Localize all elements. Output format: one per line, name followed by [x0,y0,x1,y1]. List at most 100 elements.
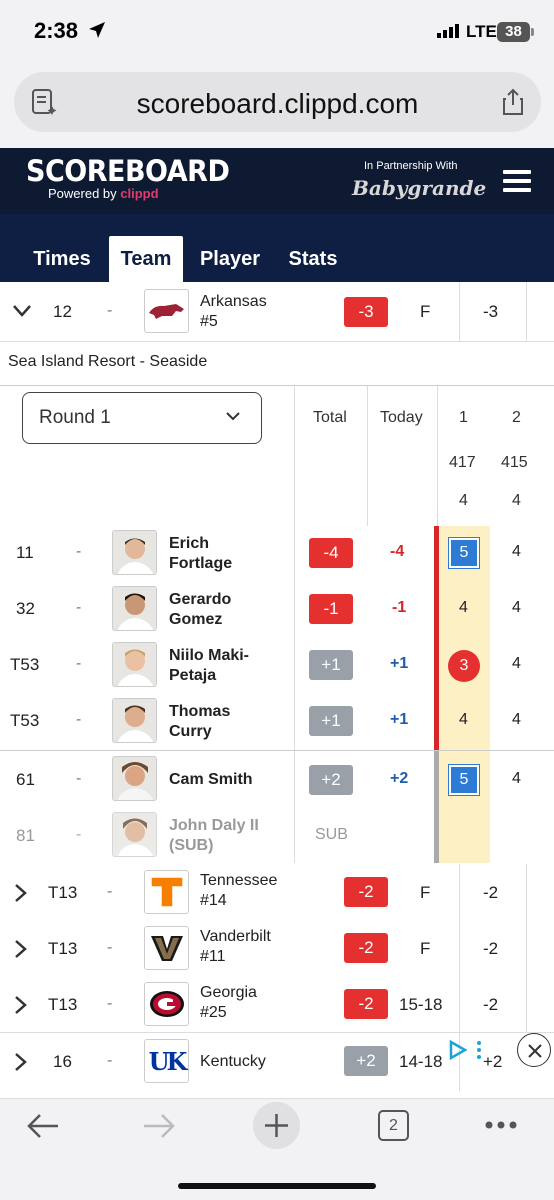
team-name: Tennessee #14 [200,871,277,911]
tab-stats[interactable]: Stats [280,236,346,282]
player-first-name: Erich [169,535,210,552]
player-first-name: John Daly II [169,817,259,834]
player-first-name: Thomas [169,703,231,720]
team-thru: 15-18 [399,995,443,1014]
clippd-brand: clippd [120,186,159,201]
team-score-badge: -2 [344,877,388,907]
hole-2-score: 4 [512,543,521,560]
player-row[interactable]: 61 - Cam Smith +2 +2 5 4 [0,751,554,807]
player-row[interactable]: T53 - Niilo Maki- Petaja +1 +1 3 4 [0,638,554,694]
hole-2-score: 4 [512,655,521,672]
player-total-badge: -1 [309,594,353,624]
team-round-score: -2 [483,883,499,902]
url-text[interactable]: scoreboard.clippd.com [14,88,541,120]
battery-icon: 38 [497,22,534,42]
team-score-badge: -2 [344,933,388,963]
georgia-logo [144,982,189,1026]
team-rank: #5 [200,313,218,330]
player-name[interactable]: Gerardo Gomez [169,590,231,630]
round-select-value: Round 1 [39,407,111,428]
site-header: SCOREBOARD Powered by clippd In Partners… [0,148,554,214]
location-arrow-icon [89,22,105,38]
power-t-icon [149,876,184,908]
player-today: +1 [390,655,409,672]
divider [526,282,527,342]
player-position: T53 [10,655,40,674]
position-change: - [76,655,82,672]
tabs-button[interactable]: 2 [378,1110,409,1141]
player-position: 11 [16,543,34,562]
tab-times[interactable]: Times [22,236,102,282]
player-position: 61 [16,770,35,789]
player-name[interactable]: John Daly II (SUB) [169,816,259,856]
scoreboard-logo[interactable]: SCOREBOARD [26,154,230,188]
chevron-right-icon[interactable] [14,995,28,1015]
player-name[interactable]: Cam Smith [169,770,253,790]
player-last-name: (SUB) [169,837,214,854]
team-rank: #14 [200,892,227,909]
divider [459,976,460,1032]
new-tab-button[interactable] [253,1102,300,1149]
team-row[interactable]: T13 - Georgia #25 -2 15-18 -2 [0,976,554,1032]
player-total-badge: -4 [309,538,353,568]
team-score-badge: -2 [344,989,388,1019]
player-position: T53 [10,711,40,730]
player-name[interactable]: Erich Fortlage [169,534,232,574]
team-thru: F [420,302,431,321]
scorecard-header: Round 1 Total Today 1 417 4 2 415 4 [0,386,554,526]
player-last-name: Curry [169,723,212,740]
team-name-text: Vanderbilt [200,928,271,945]
hole-2-yards: 415 [501,454,528,471]
player-first-name: Gerardo [169,591,232,608]
player-last-name: Fortlage [169,555,233,572]
player-row[interactable]: 32 - Gerardo Gomez -1 -1 4 4 [0,582,554,638]
position-change: - [107,883,113,900]
partner-label: In Partnership With [364,160,458,172]
team-row[interactable]: T13 - Vanderbilt #11 -2 F -2 [0,920,554,976]
team-name: Kentucky [200,1052,266,1072]
address-bar[interactable]: scoreboard.clippd.com [14,72,541,132]
hole-1-yards: 417 [449,454,476,471]
tab-team[interactable]: Team [109,236,183,282]
team-row[interactable]: T13 - Tennessee #14 -2 F -2 [0,864,554,920]
hole-1-score: 5 [448,764,480,796]
hamburger-menu-icon[interactable] [503,170,531,194]
forward-arrow-icon[interactable] [142,1113,176,1139]
status-bar: 2:38 LTE 38 [0,0,554,66]
player-row[interactable]: T53 - Thomas Curry +1 +1 4 4 [0,694,554,750]
player-first-name: Cam Smith [169,771,253,788]
player-row[interactable]: 81 - John Daly II (SUB) SUB [0,807,554,863]
home-indicator[interactable] [178,1183,376,1189]
avatar [112,586,157,631]
chevron-right-icon[interactable] [14,1052,28,1072]
divider [459,920,460,976]
chevron-right-icon[interactable] [14,883,28,903]
player-total-badge: +1 [309,650,353,680]
course-name: Sea Island Resort - Seaside [0,342,554,386]
position-change: - [76,543,82,560]
share-icon[interactable] [501,88,525,116]
back-arrow-icon[interactable] [26,1113,60,1139]
close-icon [528,1044,542,1058]
tab-bar: Times Team Player Stats [0,214,554,282]
network-label: LTE [466,22,497,41]
player-name[interactable]: Thomas Curry [169,702,230,742]
player-name[interactable]: Niilo Maki- Petaja [169,646,249,686]
more-icon[interactable] [485,1121,517,1129]
georgia-g-icon [149,991,184,1017]
hole-2-score: 4 [512,599,521,616]
sub-label: SUB [315,826,348,843]
position-change: - [107,302,113,319]
chevron-down-icon[interactable] [12,304,32,318]
ad-close-button[interactable] [517,1033,551,1067]
round-select[interactable]: Round 1 [22,392,262,444]
tab-player[interactable]: Player [190,236,270,282]
ad-choices-icon[interactable] [449,1040,489,1060]
position-change: - [76,770,82,787]
hole-1-number: 1 [459,409,468,426]
status-time: 2:38 [34,18,79,43]
player-row[interactable]: 11 - Erich Fortlage -4 -4 5 4 [0,526,554,582]
team-name-text: Tennessee [200,872,278,889]
team-row-expanded[interactable]: 12 - Arkansas #5 -3 F -3 [0,282,554,342]
chevron-right-icon[interactable] [14,939,28,959]
